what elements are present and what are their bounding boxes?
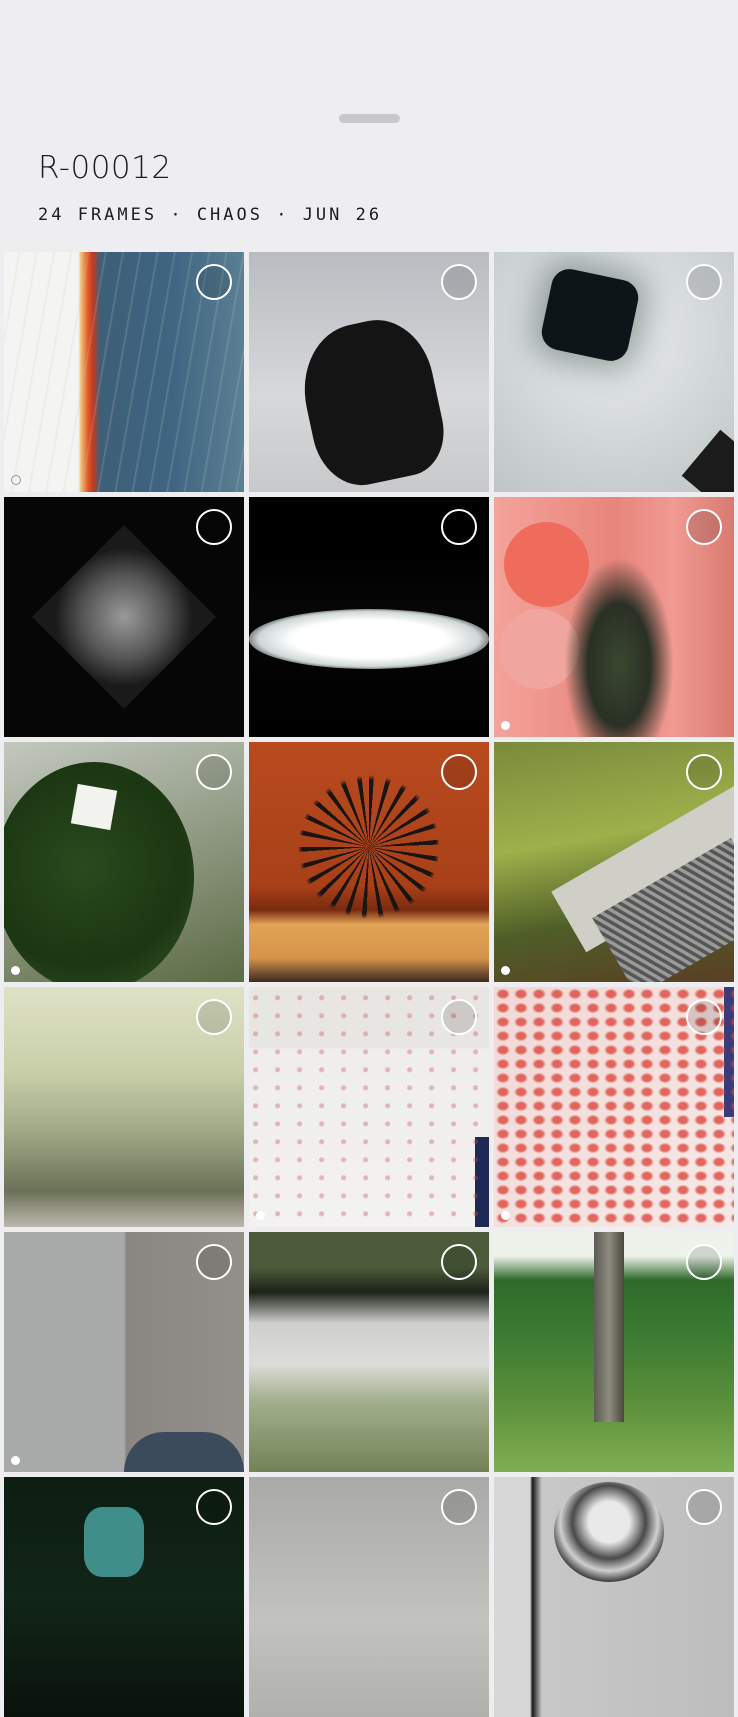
frame-tile[interactable] — [249, 1232, 489, 1472]
frame-tile[interactable] — [4, 1477, 244, 1717]
frame-tile[interactable] — [494, 1232, 734, 1472]
frame-grid — [4, 252, 736, 1717]
frame-tile[interactable] — [494, 252, 734, 492]
dot-indicator-icon — [11, 966, 20, 975]
select-circle-icon[interactable] — [441, 264, 477, 300]
select-circle-icon[interactable] — [196, 754, 232, 790]
select-circle-icon[interactable] — [196, 999, 232, 1035]
select-circle-icon[interactable] — [441, 999, 477, 1035]
frame-tile[interactable] — [249, 497, 489, 737]
frame-tile[interactable] — [4, 1232, 244, 1472]
frame-tile[interactable] — [494, 742, 734, 982]
roll-title: R-00012 — [38, 150, 172, 186]
select-circle-icon[interactable] — [196, 1244, 232, 1280]
frame-tile[interactable] — [249, 1477, 489, 1717]
select-circle-icon[interactable] — [196, 509, 232, 545]
frame-tile[interactable] — [4, 742, 244, 982]
select-circle-icon[interactable] — [686, 264, 722, 300]
select-circle-icon[interactable] — [196, 1489, 232, 1525]
frame-tile[interactable] — [249, 742, 489, 982]
select-circle-icon[interactable] — [441, 509, 477, 545]
frame-tile[interactable] — [4, 252, 244, 492]
select-circle-icon[interactable] — [686, 509, 722, 545]
select-circle-icon[interactable] — [196, 264, 232, 300]
frame-tile[interactable] — [494, 987, 734, 1227]
dot-indicator-icon — [11, 1456, 20, 1465]
select-circle-icon[interactable] — [441, 1244, 477, 1280]
dot-indicator-icon — [501, 721, 510, 730]
select-circle-icon[interactable] — [686, 754, 722, 790]
frame-tile[interactable] — [4, 987, 244, 1227]
select-circle-icon[interactable] — [686, 1489, 722, 1525]
roll-meta: 24 FRAMES · CHAOS · JUN 26 — [38, 205, 383, 225]
dot-indicator-icon — [256, 1211, 265, 1220]
select-circle-icon[interactable] — [441, 754, 477, 790]
select-circle-icon[interactable] — [686, 1244, 722, 1280]
frame-tile[interactable] — [4, 497, 244, 737]
dot-indicator-icon — [11, 475, 21, 485]
frame-tile[interactable] — [249, 987, 489, 1227]
select-circle-icon[interactable] — [441, 1489, 477, 1525]
sheet-drag-handle[interactable] — [339, 114, 400, 123]
frame-tile[interactable] — [494, 497, 734, 737]
dot-indicator-icon — [501, 966, 510, 975]
frame-tile[interactable] — [249, 252, 489, 492]
dot-indicator-icon — [501, 1211, 510, 1220]
frame-tile[interactable] — [494, 1477, 734, 1717]
select-circle-icon[interactable] — [686, 999, 722, 1035]
